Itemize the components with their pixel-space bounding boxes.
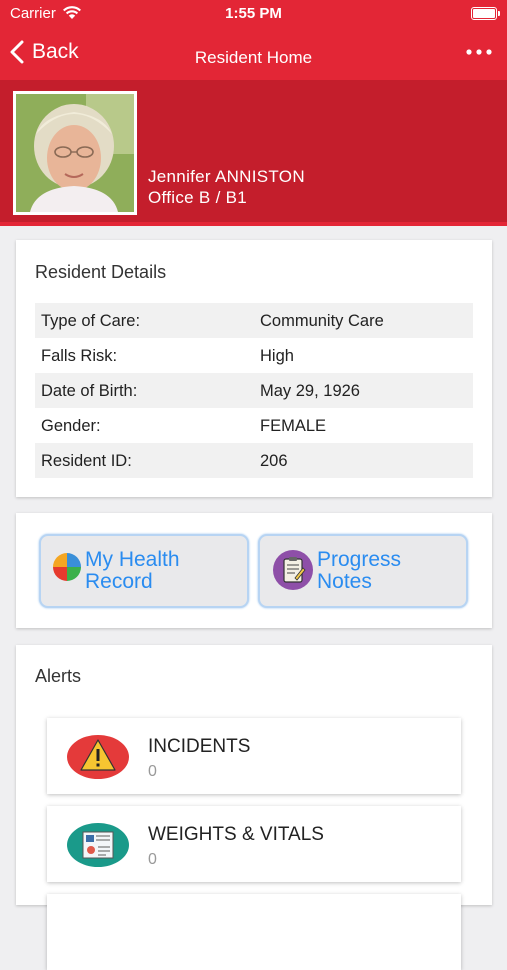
- alert-item-incidents[interactable]: INCIDENTS 0: [47, 718, 461, 794]
- more-options-icon[interactable]: [465, 40, 493, 64]
- detail-value: 206: [260, 452, 288, 470]
- progress-notes-icon: [273, 550, 313, 590]
- progress-notes-label: Progress Notes: [317, 549, 467, 593]
- health-record-label-line2: Record: [85, 570, 153, 593]
- detail-key: Date of Birth:: [41, 382, 138, 400]
- resident-photo: [13, 91, 137, 215]
- alert-item-weights-vitals[interactable]: WEIGHTS & VITALS 0: [47, 806, 461, 882]
- weights-vitals-icon: [67, 823, 129, 867]
- warning-icon: [67, 735, 129, 779]
- health-record-label: My Health Record: [85, 549, 235, 593]
- detail-row-type-of-care: Type of Care: Community Care: [35, 303, 473, 338]
- alert-name: INCIDENTS: [148, 736, 251, 757]
- alert-count: 0: [148, 763, 157, 780]
- resident-name: Jennifer ANNISTON: [148, 167, 305, 186]
- status-bar: Carrier 1:55 PM: [0, 0, 507, 28]
- battery-nub: [498, 11, 500, 16]
- resident-details-card: Resident Details Type of Care: Community…: [16, 240, 492, 497]
- alert-count: 0: [148, 851, 157, 868]
- progress-notes-button[interactable]: Progress Notes: [258, 534, 468, 608]
- alert-name: WEIGHTS & VITALS: [148, 824, 324, 845]
- detail-key: Resident ID:: [41, 452, 132, 470]
- battery-icon: [471, 7, 500, 20]
- detail-value: May 29, 1926: [260, 382, 360, 400]
- alerts-card: Alerts INCIDENTS 0 WEIGHTS & VITALS 0: [16, 645, 492, 970]
- alerts-title: Alerts: [35, 666, 82, 686]
- status-time: 1:55 PM: [225, 5, 282, 22]
- progress-notes-label-line1: Progress: [317, 548, 402, 571]
- detail-key: Gender:: [41, 417, 101, 435]
- battery-level: [473, 9, 495, 18]
- detail-value: FEMALE: [260, 417, 327, 435]
- detail-row-resident-id: Resident ID: 206: [35, 443, 473, 478]
- actions-card: My Health Record Progress Notes: [16, 513, 492, 628]
- health-record-icon: [53, 553, 81, 581]
- detail-key: Falls Risk:: [41, 347, 118, 365]
- my-health-record-button[interactable]: My Health Record: [39, 534, 249, 608]
- detail-value: High: [260, 347, 294, 365]
- detail-value: Community Care: [260, 312, 384, 330]
- detail-row-falls-risk: Falls Risk: High: [35, 338, 473, 373]
- details-title: Resident Details: [35, 262, 167, 282]
- detail-key: Type of Care:: [41, 312, 141, 330]
- page-title: Resident Home: [194, 48, 313, 67]
- progress-notes-label-line2: Notes: [317, 570, 372, 593]
- resident-office: Office B / B1: [148, 188, 248, 207]
- health-record-label-line1: My Health: [85, 548, 180, 571]
- header-divider: [0, 222, 507, 226]
- top-bar: Carrier 1:55 PM Back Resident Home: [0, 0, 507, 80]
- detail-row-date-of-birth: Date of Birth: May 29, 1926: [35, 373, 473, 408]
- alert-item-partial[interactable]: [47, 894, 461, 970]
- detail-row-gender: Gender: FEMALE: [35, 408, 473, 443]
- resident-header: Jennifer ANNISTON Office B / B1: [0, 80, 507, 226]
- resident-portrait-icon: [16, 94, 134, 212]
